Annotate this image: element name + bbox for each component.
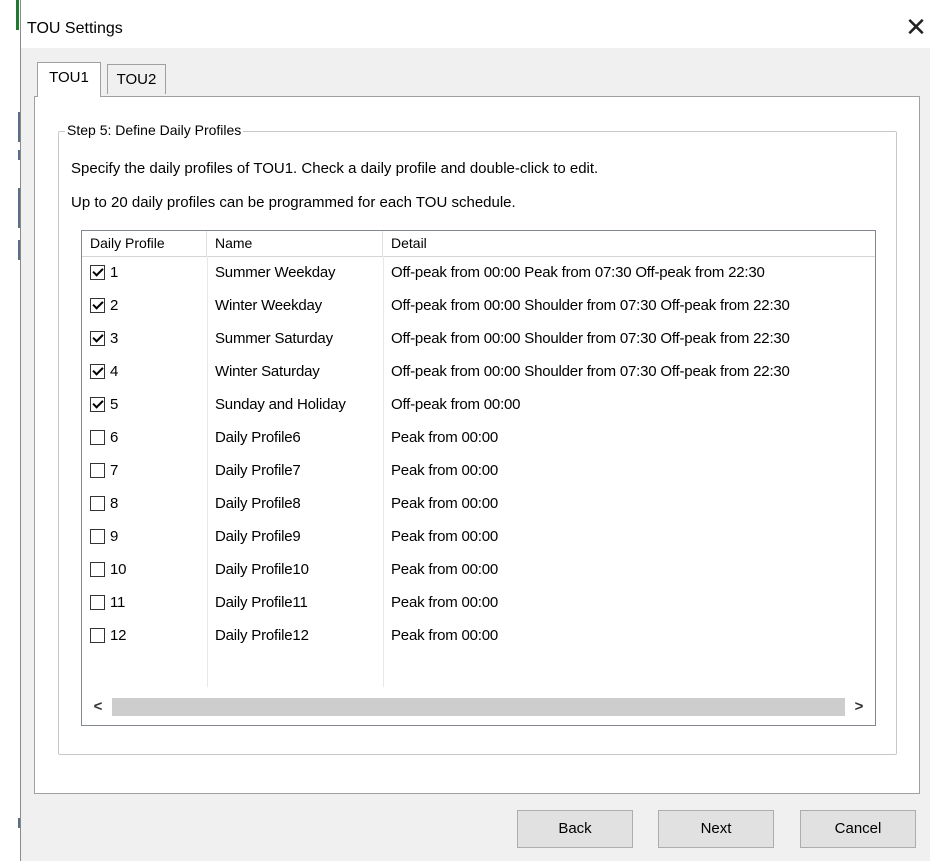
daily-profile-cell: 7 <box>82 454 207 487</box>
scroll-left-icon[interactable]: < <box>88 697 108 717</box>
close-icon[interactable]: ✕ <box>901 12 930 42</box>
horizontal-scrollbar[interactable]: < > <box>82 689 875 725</box>
daily-profile-cell: 11 <box>82 586 207 619</box>
table-row[interactable]: 3 Summer Saturday Off-peak from 00:00 Sh… <box>82 322 875 355</box>
profile-number: 9 <box>110 528 119 545</box>
column-header-daily-profile[interactable]: Daily Profile <box>82 231 207 256</box>
column-header-name[interactable]: Name <box>207 231 383 256</box>
profile-checkbox[interactable] <box>90 595 105 610</box>
profile-checkbox[interactable] <box>90 562 105 577</box>
profile-detail: Peak from 00:00 <box>391 462 499 479</box>
table-row[interactable]: 12 Daily Profile12 Peak from 00:00 <box>82 619 875 652</box>
profile-number: 7 <box>110 462 119 479</box>
profile-checkbox[interactable] <box>90 397 105 412</box>
background-window-accent <box>16 0 19 30</box>
profile-detail: Peak from 00:00 <box>391 429 499 446</box>
table-row[interactable]: 5 Sunday and Holiday Off-peak from 00:00 <box>82 388 875 421</box>
profile-checkbox[interactable] <box>90 331 105 346</box>
profile-detail: Peak from 00:00 <box>391 627 499 644</box>
table-row[interactable]: 6 Daily Profile6 Peak from 00:00 <box>82 421 875 454</box>
profile-number: 6 <box>110 429 119 446</box>
back-button[interactable]: Back <box>517 810 633 848</box>
profile-number: 11 <box>110 594 126 611</box>
profile-checkbox[interactable] <box>90 265 105 280</box>
table-row[interactable]: 10 Daily Profile10 Peak from 00:00 <box>82 553 875 586</box>
profile-number: 5 <box>110 396 119 413</box>
profile-name: Sunday and Holiday <box>215 396 346 413</box>
profile-checkbox[interactable] <box>90 529 105 544</box>
scroll-right-icon[interactable]: > <box>849 697 869 717</box>
profile-name: Summer Weekday <box>215 264 336 281</box>
daily-profile-cell: 5 <box>82 388 207 421</box>
group-legend: Step 5: Define Daily Profiles <box>65 122 244 138</box>
tab-tou2[interactable]: TOU2 <box>107 64 166 94</box>
table-row[interactable]: 1 Summer Weekday Off-peak from 00:00 Pea… <box>82 256 875 289</box>
profile-checkbox[interactable] <box>90 463 105 478</box>
profile-number: 12 <box>110 627 127 644</box>
scrollbar-thumb[interactable] <box>112 698 845 716</box>
table-row[interactable]: 7 Daily Profile7 Peak from 00:00 <box>82 454 875 487</box>
profile-detail: Off-peak from 00:00 Shoulder from 07:30 … <box>391 363 790 380</box>
daily-profile-cell: 1 <box>82 256 207 289</box>
profile-name: Daily Profile8 <box>215 495 301 512</box>
profile-number: 2 <box>110 297 119 314</box>
define-daily-profiles-group: Step 5: Define Daily Profiles Specify th… <box>58 122 897 755</box>
tou-settings-dialog: TOU Settings ✕ TOU1 TOU2 Step 5: Define … <box>20 0 930 861</box>
daily-profile-cell: 4 <box>82 355 207 388</box>
title-bar: TOU Settings ✕ <box>21 0 930 48</box>
next-button[interactable]: Next <box>658 810 774 848</box>
profile-detail: Off-peak from 00:00 <box>391 396 521 413</box>
daily-profile-cell: 10 <box>82 553 207 586</box>
profile-name: Daily Profile10 <box>215 561 309 578</box>
profile-number: 8 <box>110 495 119 512</box>
daily-profile-cell: 2 <box>82 289 207 322</box>
profile-checkbox[interactable] <box>90 298 105 313</box>
table-row[interactable]: 11 Daily Profile11 Peak from 00:00 <box>82 586 875 619</box>
profile-checkbox[interactable] <box>90 364 105 379</box>
profile-detail: Off-peak from 00:00 Shoulder from 07:30 … <box>391 297 790 314</box>
profile-checkbox[interactable] <box>90 430 105 445</box>
profile-number: 10 <box>110 561 127 578</box>
instruction-text: Specify the daily profiles of TOU1. Chec… <box>71 160 599 177</box>
profile-checkbox[interactable] <box>90 628 105 643</box>
daily-profile-cell: 8 <box>82 487 207 520</box>
daily-profile-cell: 6 <box>82 421 207 454</box>
table-row[interactable]: 2 Winter Weekday Off-peak from 00:00 Sho… <box>82 289 875 322</box>
cancel-button[interactable]: Cancel <box>800 810 916 848</box>
profile-name: Daily Profile12 <box>215 627 309 644</box>
profile-detail: Peak from 00:00 <box>391 561 499 578</box>
profile-detail: Peak from 00:00 <box>391 495 499 512</box>
daily-profile-cell: 9 <box>82 520 207 553</box>
background-window-edge <box>0 0 22 861</box>
profile-name: Winter Saturday <box>215 363 320 380</box>
profile-name: Daily Profile7 <box>215 462 301 479</box>
daily-profile-cell: 3 <box>82 322 207 355</box>
tab-panel-tou1: Step 5: Define Daily Profiles Specify th… <box>34 96 920 794</box>
window-title: TOU Settings <box>27 20 123 37</box>
instruction-text: Up to 20 daily profiles can be programme… <box>71 194 516 211</box>
column-header-detail[interactable]: Detail <box>383 231 875 256</box>
profile-name: Winter Weekday <box>215 297 322 314</box>
profile-detail: Off-peak from 00:00 Peak from 07:30 Off-… <box>391 264 765 281</box>
profile-detail: Peak from 00:00 <box>391 594 499 611</box>
table-row[interactable]: 8 Daily Profile8 Peak from 00:00 <box>82 487 875 520</box>
profile-name: Summer Saturday <box>215 330 333 347</box>
daily-profile-list[interactable]: Daily Profile Name Detail 1 Summer Weekd… <box>81 230 876 726</box>
table-row[interactable]: 4 Winter Saturday Off-peak from 00:00 Sh… <box>82 355 875 388</box>
profile-number: 3 <box>110 330 119 347</box>
list-header: Daily Profile Name Detail <box>82 231 875 257</box>
profile-checkbox[interactable] <box>90 496 105 511</box>
tab-tou1[interactable]: TOU1 <box>37 62 101 97</box>
profile-number: 1 <box>110 264 119 281</box>
daily-profile-cell: 12 <box>82 619 207 652</box>
profile-detail: Peak from 00:00 <box>391 528 499 545</box>
profile-name: Daily Profile6 <box>215 429 301 446</box>
profile-name: Daily Profile11 <box>215 594 308 611</box>
profile-name: Daily Profile9 <box>215 528 301 545</box>
profile-number: 4 <box>110 363 119 380</box>
profile-detail: Off-peak from 00:00 Shoulder from 07:30 … <box>391 330 790 347</box>
table-row[interactable]: 9 Daily Profile9 Peak from 00:00 <box>82 520 875 553</box>
